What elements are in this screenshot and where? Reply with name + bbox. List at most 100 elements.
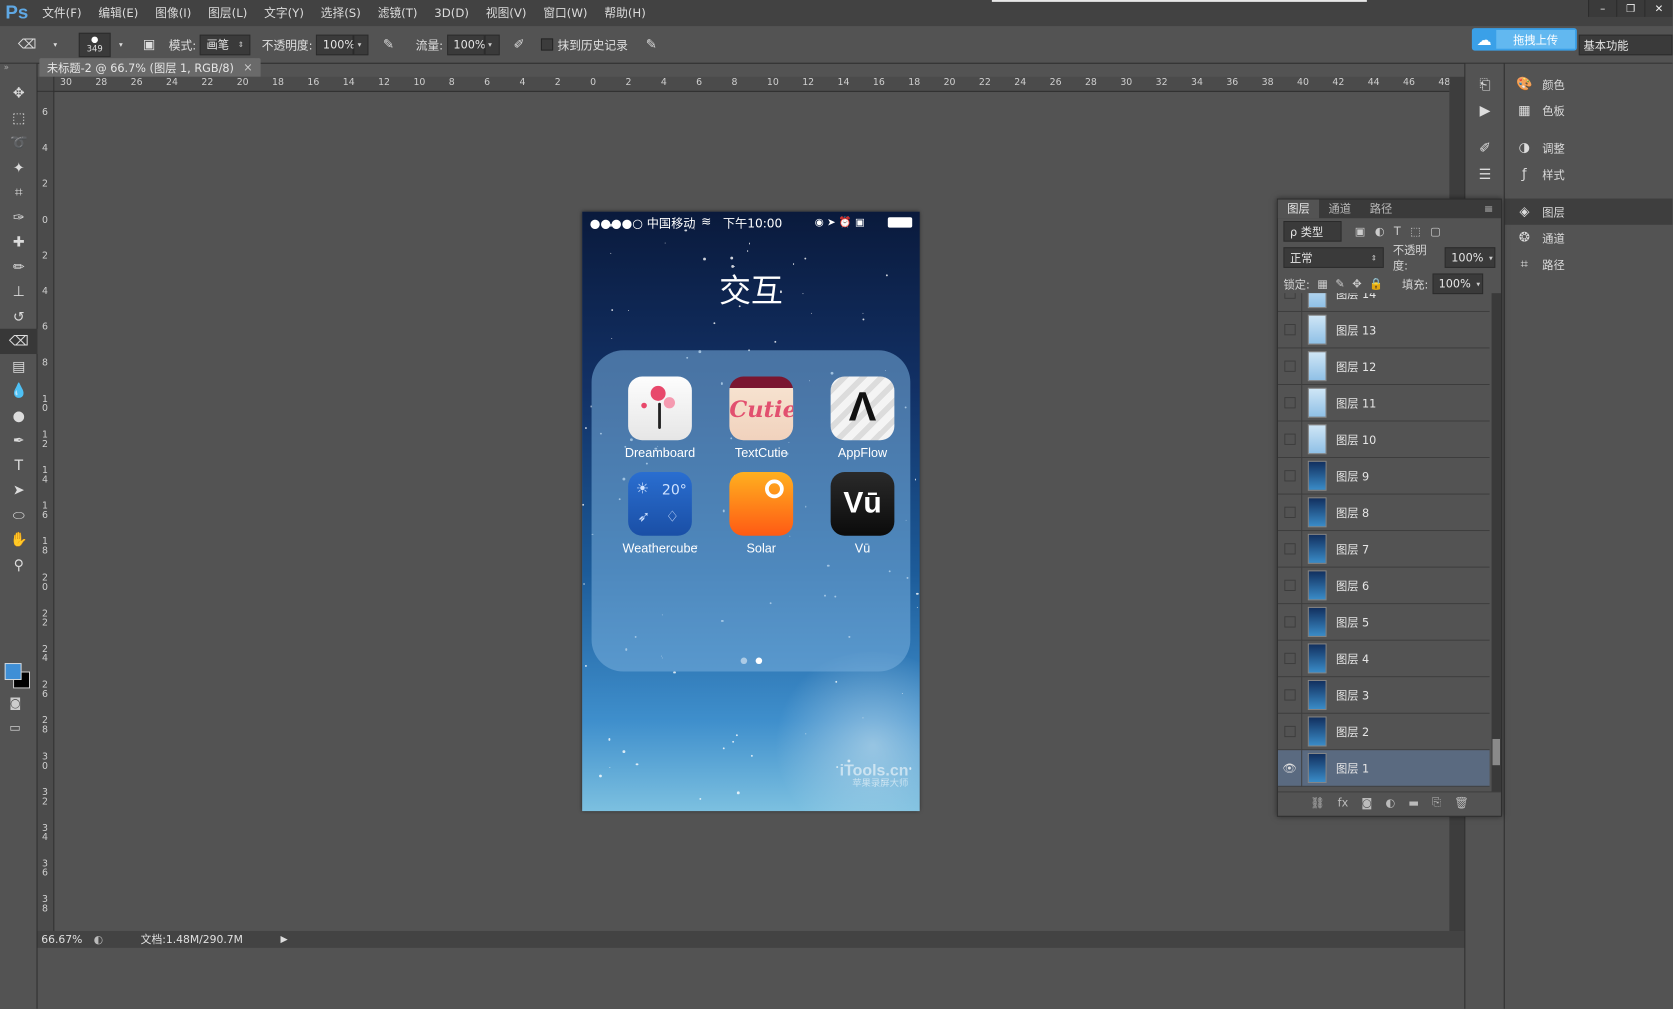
menu-file[interactable]: 文件(F) bbox=[34, 0, 90, 26]
lock-transparent-icon[interactable]: ▦ bbox=[1317, 277, 1328, 290]
visibility-toggle[interactable] bbox=[1278, 494, 1303, 531]
preset-dropdown-icon[interactable]: ▾ bbox=[45, 34, 66, 55]
layer-row[interactable]: 图层 5 bbox=[1277, 603, 1490, 641]
close-window-button[interactable]: ✕ bbox=[1644, 0, 1673, 17]
new-group-icon[interactable]: ▬ bbox=[1408, 796, 1419, 809]
status-menu-arrow-icon[interactable]: ▶ bbox=[280, 934, 287, 944]
move-tool-icon[interactable]: ✥ bbox=[0, 81, 38, 106]
ellipse-tool-icon[interactable]: ⬭ bbox=[0, 502, 38, 527]
visibility-toggle[interactable] bbox=[1278, 567, 1303, 604]
visibility-toggle[interactable] bbox=[1278, 384, 1303, 422]
menu-type[interactable]: 文字(Y) bbox=[256, 0, 313, 26]
type-tool-icon[interactable]: T bbox=[0, 453, 38, 478]
opacity-dropdown[interactable]: ▾ bbox=[353, 34, 369, 55]
layer-row[interactable]: 图层 12 bbox=[1277, 347, 1490, 385]
dock-adjustments[interactable]: ◑ 调整 bbox=[1505, 135, 1673, 161]
dock-channels[interactable]: ❂ 通道 bbox=[1505, 225, 1673, 251]
minimize-button[interactable]: – bbox=[1588, 0, 1617, 17]
brush-presets-panel-icon[interactable]: ☰ bbox=[1465, 161, 1504, 187]
menu-help[interactable]: 帮助(H) bbox=[596, 0, 654, 26]
visibility-toggle[interactable] bbox=[1278, 293, 1303, 312]
clone-stamp-tool-icon[interactable]: ⊥ bbox=[0, 279, 38, 304]
pen-tool-icon[interactable]: ✒ bbox=[0, 428, 38, 453]
app-textcutie[interactable]: Cutie TextCutie bbox=[714, 376, 808, 460]
flow-input[interactable]: 100% bbox=[446, 34, 486, 55]
visibility-toggle[interactable] bbox=[1278, 676, 1303, 714]
layer-list-scrollbar[interactable] bbox=[1491, 293, 1501, 792]
dodge-tool-icon[interactable]: ● bbox=[0, 403, 38, 428]
app-dreamboard[interactable]: Dreamboard bbox=[613, 376, 707, 460]
visibility-toggle[interactable] bbox=[1278, 603, 1303, 641]
airbrush-icon[interactable]: ✐ bbox=[509, 34, 530, 55]
dock-paths[interactable]: ⌗ 路径 bbox=[1505, 251, 1673, 277]
dock-layers[interactable]: ◈ 图层 bbox=[1504, 198, 1673, 225]
dock-color[interactable]: 🎨 颜色 bbox=[1505, 71, 1673, 97]
brush-dropdown-icon[interactable]: ▾ bbox=[111, 34, 132, 55]
actions-panel-icon[interactable]: ▶ bbox=[1465, 97, 1504, 123]
gradient-tool-icon[interactable]: ▤ bbox=[0, 354, 38, 379]
layer-row[interactable]: 图层 3 bbox=[1277, 676, 1490, 714]
layer-row[interactable]: 图层 8 bbox=[1277, 494, 1490, 532]
layer-row[interactable]: 图层 9 bbox=[1277, 457, 1490, 495]
app-weathercube[interactable]: ☀ 20° ➶ ♢ Weathercube bbox=[613, 472, 707, 555]
tab-channels[interactable]: 通道 bbox=[1319, 199, 1360, 218]
close-tab-icon[interactable]: × bbox=[243, 61, 252, 74]
lock-all-icon[interactable]: 🔒 bbox=[1369, 277, 1383, 290]
menu-image[interactable]: 图像(I) bbox=[147, 0, 200, 26]
filter-type-icon[interactable]: T bbox=[1394, 225, 1401, 238]
document-tab[interactable]: 未标题-2 @ 66.7% (图层 1, RGB/8) × bbox=[39, 58, 261, 77]
status-info-icon[interactable]: ◐ bbox=[94, 933, 103, 946]
delete-layer-icon[interactable]: 🗑 bbox=[1454, 796, 1468, 809]
layer-row[interactable]: 图层 4 bbox=[1277, 640, 1490, 678]
menu-3d[interactable]: 3D(D) bbox=[426, 0, 478, 26]
menu-filter[interactable]: 滤镜(T) bbox=[369, 0, 426, 26]
layer-row[interactable]: 👁 图层 1 bbox=[1277, 749, 1490, 787]
visibility-toggle[interactable] bbox=[1278, 311, 1303, 348]
pressure-opacity-icon[interactable]: ✎ bbox=[378, 34, 399, 55]
filter-adjust-icon[interactable]: ◐ bbox=[1375, 225, 1385, 238]
history-brush-tool-icon[interactable]: ↺ bbox=[0, 304, 38, 329]
lasso-tool-icon[interactable]: ➰ bbox=[0, 130, 38, 155]
blur-tool-icon[interactable]: 💧 bbox=[0, 378, 38, 403]
marquee-tool-icon[interactable]: ⬚ bbox=[0, 105, 38, 130]
flow-dropdown[interactable]: ▾ bbox=[484, 34, 500, 55]
visibility-toggle[interactable] bbox=[1278, 457, 1303, 495]
eye-visibility-icon[interactable]: 👁 bbox=[1278, 749, 1303, 787]
pressure-size-icon[interactable]: ✎ bbox=[641, 34, 662, 55]
app-appflow[interactable]: Λ AppFlow bbox=[816, 376, 910, 460]
filter-image-icon[interactable]: ▣ bbox=[1355, 225, 1366, 238]
eraser-tool-preset-icon[interactable]: ⌫ bbox=[17, 34, 38, 55]
eyedropper-tool-icon[interactable]: ✑ bbox=[0, 205, 38, 230]
brush-panel-icon[interactable]: ✐ bbox=[1465, 135, 1504, 161]
add-mask-icon[interactable]: ◙ bbox=[1361, 796, 1372, 809]
panel-collapse-icon[interactable]: » bbox=[0, 64, 37, 81]
fill-input[interactable]: 100% ▾ bbox=[1432, 273, 1483, 295]
menu-view[interactable]: 视图(V) bbox=[477, 0, 534, 26]
layer-filter-select[interactable]: ρ 类型 bbox=[1283, 221, 1342, 242]
zoom-level[interactable]: 66.67% bbox=[41, 933, 88, 946]
menu-layer[interactable]: 图层(L) bbox=[200, 0, 256, 26]
path-selection-tool-icon[interactable]: ➤ bbox=[0, 478, 38, 503]
scrollbar-thumb[interactable] bbox=[1492, 738, 1500, 766]
blend-mode-select[interactable]: 正常 ⇕ bbox=[1283, 247, 1384, 268]
visibility-toggle[interactable] bbox=[1278, 640, 1303, 677]
layer-row[interactable]: 图层 11 bbox=[1277, 384, 1490, 422]
erase-history-checkbox[interactable] bbox=[540, 38, 553, 51]
new-layer-icon[interactable]: ⎘ bbox=[1432, 795, 1441, 809]
menu-select[interactable]: 选择(S) bbox=[312, 0, 369, 26]
layer-row[interactable]: 图层 6 bbox=[1277, 567, 1490, 605]
crop-tool-icon[interactable]: ⌗ bbox=[0, 180, 38, 205]
filter-shape-icon[interactable]: ⬚ bbox=[1410, 225, 1421, 238]
layer-style-fx-icon[interactable]: fx bbox=[1338, 796, 1349, 809]
layer-opacity-input[interactable]: 100% ▾ bbox=[1444, 247, 1496, 268]
visibility-toggle[interactable] bbox=[1278, 347, 1303, 385]
restore-button[interactable]: ❐ bbox=[1616, 0, 1645, 17]
workspace-select[interactable]: 基本功能 bbox=[1578, 34, 1673, 56]
layer-row[interactable]: 图层 7 bbox=[1277, 530, 1490, 568]
filter-smart-icon[interactable]: ▢ bbox=[1430, 225, 1441, 238]
layer-row[interactable]: 图层 2 bbox=[1277, 713, 1490, 751]
visibility-toggle[interactable] bbox=[1278, 530, 1303, 568]
hand-tool-icon[interactable]: ✋ bbox=[0, 527, 38, 552]
brush-tool-icon[interactable]: ✏ bbox=[0, 254, 38, 279]
document-canvas[interactable]: ●●●●○ 中国移动 ≋ 下午10:00 ◉ ➤ ⏰ ▣ 交互 Dreamboa… bbox=[582, 211, 920, 812]
